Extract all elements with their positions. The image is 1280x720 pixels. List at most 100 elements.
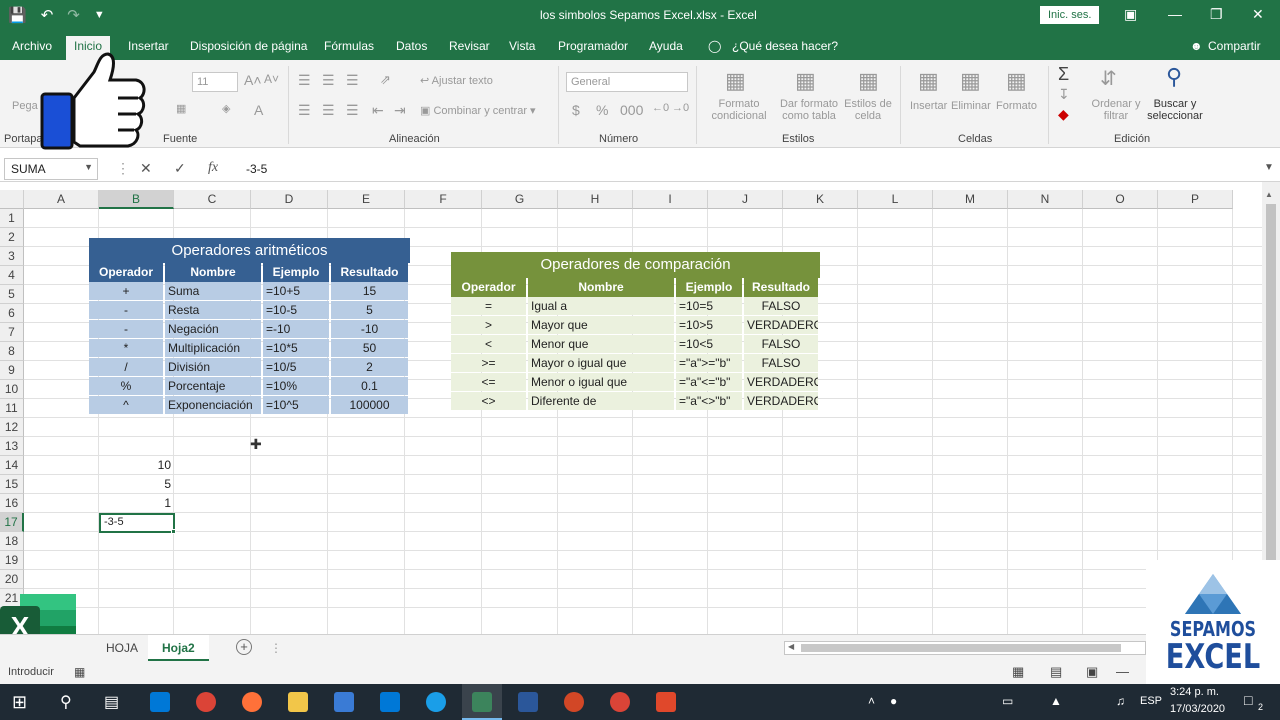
table-cell[interactable]: =10^5: [263, 396, 329, 414]
column-header-p[interactable]: P: [1158, 190, 1233, 209]
maximize-button[interactable]: ❐: [1210, 6, 1223, 23]
windows-start-icon[interactable]: ⊞: [12, 692, 27, 713]
table-cell[interactable]: <=: [451, 373, 526, 391]
table-cell[interactable]: Mayor o igual que: [528, 354, 674, 372]
mail-icon[interactable]: [380, 692, 400, 712]
delete-cells-button[interactable]: Eliminar: [951, 100, 991, 112]
table-cell[interactable]: VERDADERO: [744, 392, 818, 410]
column-header-e[interactable]: E: [328, 190, 405, 209]
table-cell[interactable]: Multiplicación: [165, 339, 261, 357]
teamviewer-icon[interactable]: [426, 692, 446, 712]
microphone-icon[interactable]: ●: [890, 694, 897, 708]
format-table-icon[interactable]: ▦: [795, 68, 816, 94]
powerpoint-icon[interactable]: [564, 692, 584, 712]
table-cell[interactable]: FALSO: [744, 297, 818, 315]
table-cell[interactable]: Diferente de: [528, 392, 674, 410]
table-cell[interactable]: 15: [331, 282, 408, 300]
table-cell[interactable]: <: [451, 335, 526, 353]
chevron-down-icon[interactable]: ▼: [84, 162, 93, 172]
insert-cells-icon[interactable]: ▦: [918, 68, 939, 94]
battery-icon[interactable]: ▭: [1002, 694, 1013, 708]
edge-icon[interactable]: [150, 692, 170, 712]
merge-center-button[interactable]: ▣ Combinar y centrar ▾: [420, 104, 536, 117]
table-cell[interactable]: Menor o igual que: [528, 373, 674, 391]
firefox-icon[interactable]: [242, 692, 262, 712]
formula-input[interactable]: -3-5: [246, 162, 267, 176]
sheet-tab-hoja[interactable]: HOJA: [92, 635, 152, 661]
table-cell[interactable]: =10%: [263, 377, 329, 395]
column-header-l[interactable]: L: [858, 190, 933, 209]
find-select-button[interactable]: Buscar y seleccionar: [1142, 98, 1208, 122]
macro-record-icon[interactable]: ▦: [74, 665, 85, 679]
delete-cells-icon[interactable]: ▦: [960, 68, 981, 94]
table-cell[interactable]: =10=5: [676, 297, 742, 315]
table-cell[interactable]: =10/5: [263, 358, 329, 376]
cell-b14[interactable]: 10: [101, 458, 171, 472]
name-box[interactable]: SUMA ▼: [4, 158, 98, 180]
wrap-text-button[interactable]: ↩ Ajustar texto: [420, 74, 493, 87]
volume-icon[interactable]: ♫: [1116, 694, 1125, 708]
autosum-icon[interactable]: Σ: [1058, 64, 1069, 85]
fill-handle[interactable]: [171, 529, 176, 534]
tab-datos[interactable]: Datos: [396, 39, 427, 53]
select-all[interactable]: [0, 190, 24, 209]
table-cell[interactable]: /: [89, 358, 163, 376]
cancel-icon[interactable]: ✕: [140, 160, 152, 177]
column-header-c[interactable]: C: [174, 190, 251, 209]
insert-cells-button[interactable]: Insertar: [910, 100, 947, 112]
format-cells-icon[interactable]: ▦: [1006, 68, 1027, 94]
table-cell[interactable]: VERDADERO: [744, 316, 818, 334]
normal-view-icon[interactable]: ▦: [1012, 664, 1024, 680]
align-left-icon[interactable]: ☰: [298, 102, 311, 119]
tab-formulas[interactable]: Fórmulas: [324, 39, 374, 53]
table-cell[interactable]: 5: [331, 301, 408, 319]
sign-in-button[interactable]: Inic. ses.: [1040, 6, 1100, 24]
word-icon[interactable]: [518, 692, 538, 712]
table-cell[interactable]: <>: [451, 392, 526, 410]
shrink-font-icon[interactable]: A˅: [264, 72, 279, 86]
table-cell[interactable]: Resta: [165, 301, 261, 319]
tell-me-input[interactable]: ¿Qué desea hacer?: [732, 39, 838, 53]
column-header-f[interactable]: F: [405, 190, 482, 209]
table-cell[interactable]: FALSO: [744, 354, 818, 372]
tab-revisar[interactable]: Revisar: [449, 39, 490, 53]
close-button[interactable]: ✕: [1252, 6, 1264, 23]
format-cells-button[interactable]: Formato: [996, 100, 1037, 112]
table-cell[interactable]: *: [89, 339, 163, 357]
column-header-d[interactable]: D: [251, 190, 328, 209]
row-header-12[interactable]: 12: [0, 418, 24, 437]
tab-programador[interactable]: Programador: [558, 39, 628, 53]
horizontal-scrollbar[interactable]: ◀: [784, 641, 1146, 655]
cell-styles-icon[interactable]: ▦: [858, 68, 879, 94]
table-cell[interactable]: Mayor que: [528, 316, 674, 334]
font-color-icon[interactable]: A: [254, 102, 263, 118]
active-cell-b17[interactable]: -3-5: [99, 513, 176, 534]
table-cell[interactable]: 100000: [331, 396, 408, 414]
tab-vista[interactable]: Vista: [509, 39, 535, 53]
table-cell[interactable]: %: [89, 377, 163, 395]
notifications-icon[interactable]: □: [1244, 692, 1252, 708]
row-header-4[interactable]: 4: [0, 266, 24, 285]
row-header-5[interactable]: 5: [0, 285, 24, 304]
cell-b16[interactable]: 1: [101, 496, 171, 510]
table-cell[interactable]: ="a"<>"b": [676, 392, 742, 410]
table-cell[interactable]: >=: [451, 354, 526, 372]
conditional-format-icon[interactable]: ▦: [725, 68, 746, 94]
column-header-o[interactable]: O: [1083, 190, 1158, 209]
column-header-b[interactable]: B: [99, 190, 174, 209]
scroll-thumb[interactable]: [1266, 204, 1276, 584]
file-explorer-icon[interactable]: [288, 692, 308, 712]
table-cell[interactable]: >: [451, 316, 526, 334]
table-cell[interactable]: -: [89, 301, 163, 319]
row-header-16[interactable]: 16: [0, 494, 24, 513]
zoom-out-icon[interactable]: —: [1116, 664, 1129, 679]
ribbon-display-icon[interactable]: ▣: [1124, 6, 1137, 23]
align-right-icon[interactable]: ☰: [346, 102, 359, 119]
language-indicator[interactable]: ESP: [1140, 695, 1162, 707]
row-header-17[interactable]: 17: [0, 513, 24, 532]
table-cell[interactable]: =10<5: [676, 335, 742, 353]
grow-font-icon[interactable]: A˄: [244, 72, 262, 88]
percent-icon[interactable]: %: [596, 102, 608, 118]
clock-date[interactable]: 17/03/2020: [1170, 703, 1225, 715]
row-header-20[interactable]: 20: [0, 570, 24, 589]
